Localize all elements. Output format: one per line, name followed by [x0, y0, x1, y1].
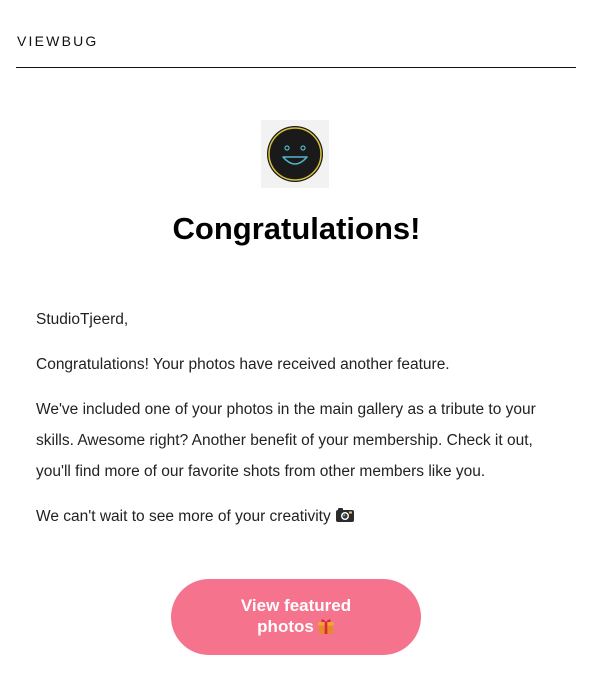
closing-paragraph: We can't wait to see more of your creati… [36, 501, 566, 534]
gift-icon [317, 617, 335, 640]
view-featured-photos-button[interactable]: View featured photos [171, 579, 421, 655]
page-title: Congratulations! [172, 211, 421, 246]
smiley-face-icon [261, 120, 329, 188]
email-header: VIEWBUG [16, 0, 576, 68]
closing-text: We can't wait to see more of your creati… [36, 508, 331, 525]
intro-paragraph: Congratulations! Your photos have receiv… [36, 356, 450, 373]
camera-icon [335, 503, 355, 534]
feature-paragraph: We've included one of your photos in the… [36, 401, 536, 480]
message-body: StudioTjeerd, Congratulations! Your phot… [36, 304, 566, 548]
greeting-text: StudioTjeerd, [36, 311, 129, 328]
viewbug-logo[interactable]: VIEWBUG [17, 33, 99, 49]
cta-label-wrapper: View featured photos [221, 595, 371, 640]
